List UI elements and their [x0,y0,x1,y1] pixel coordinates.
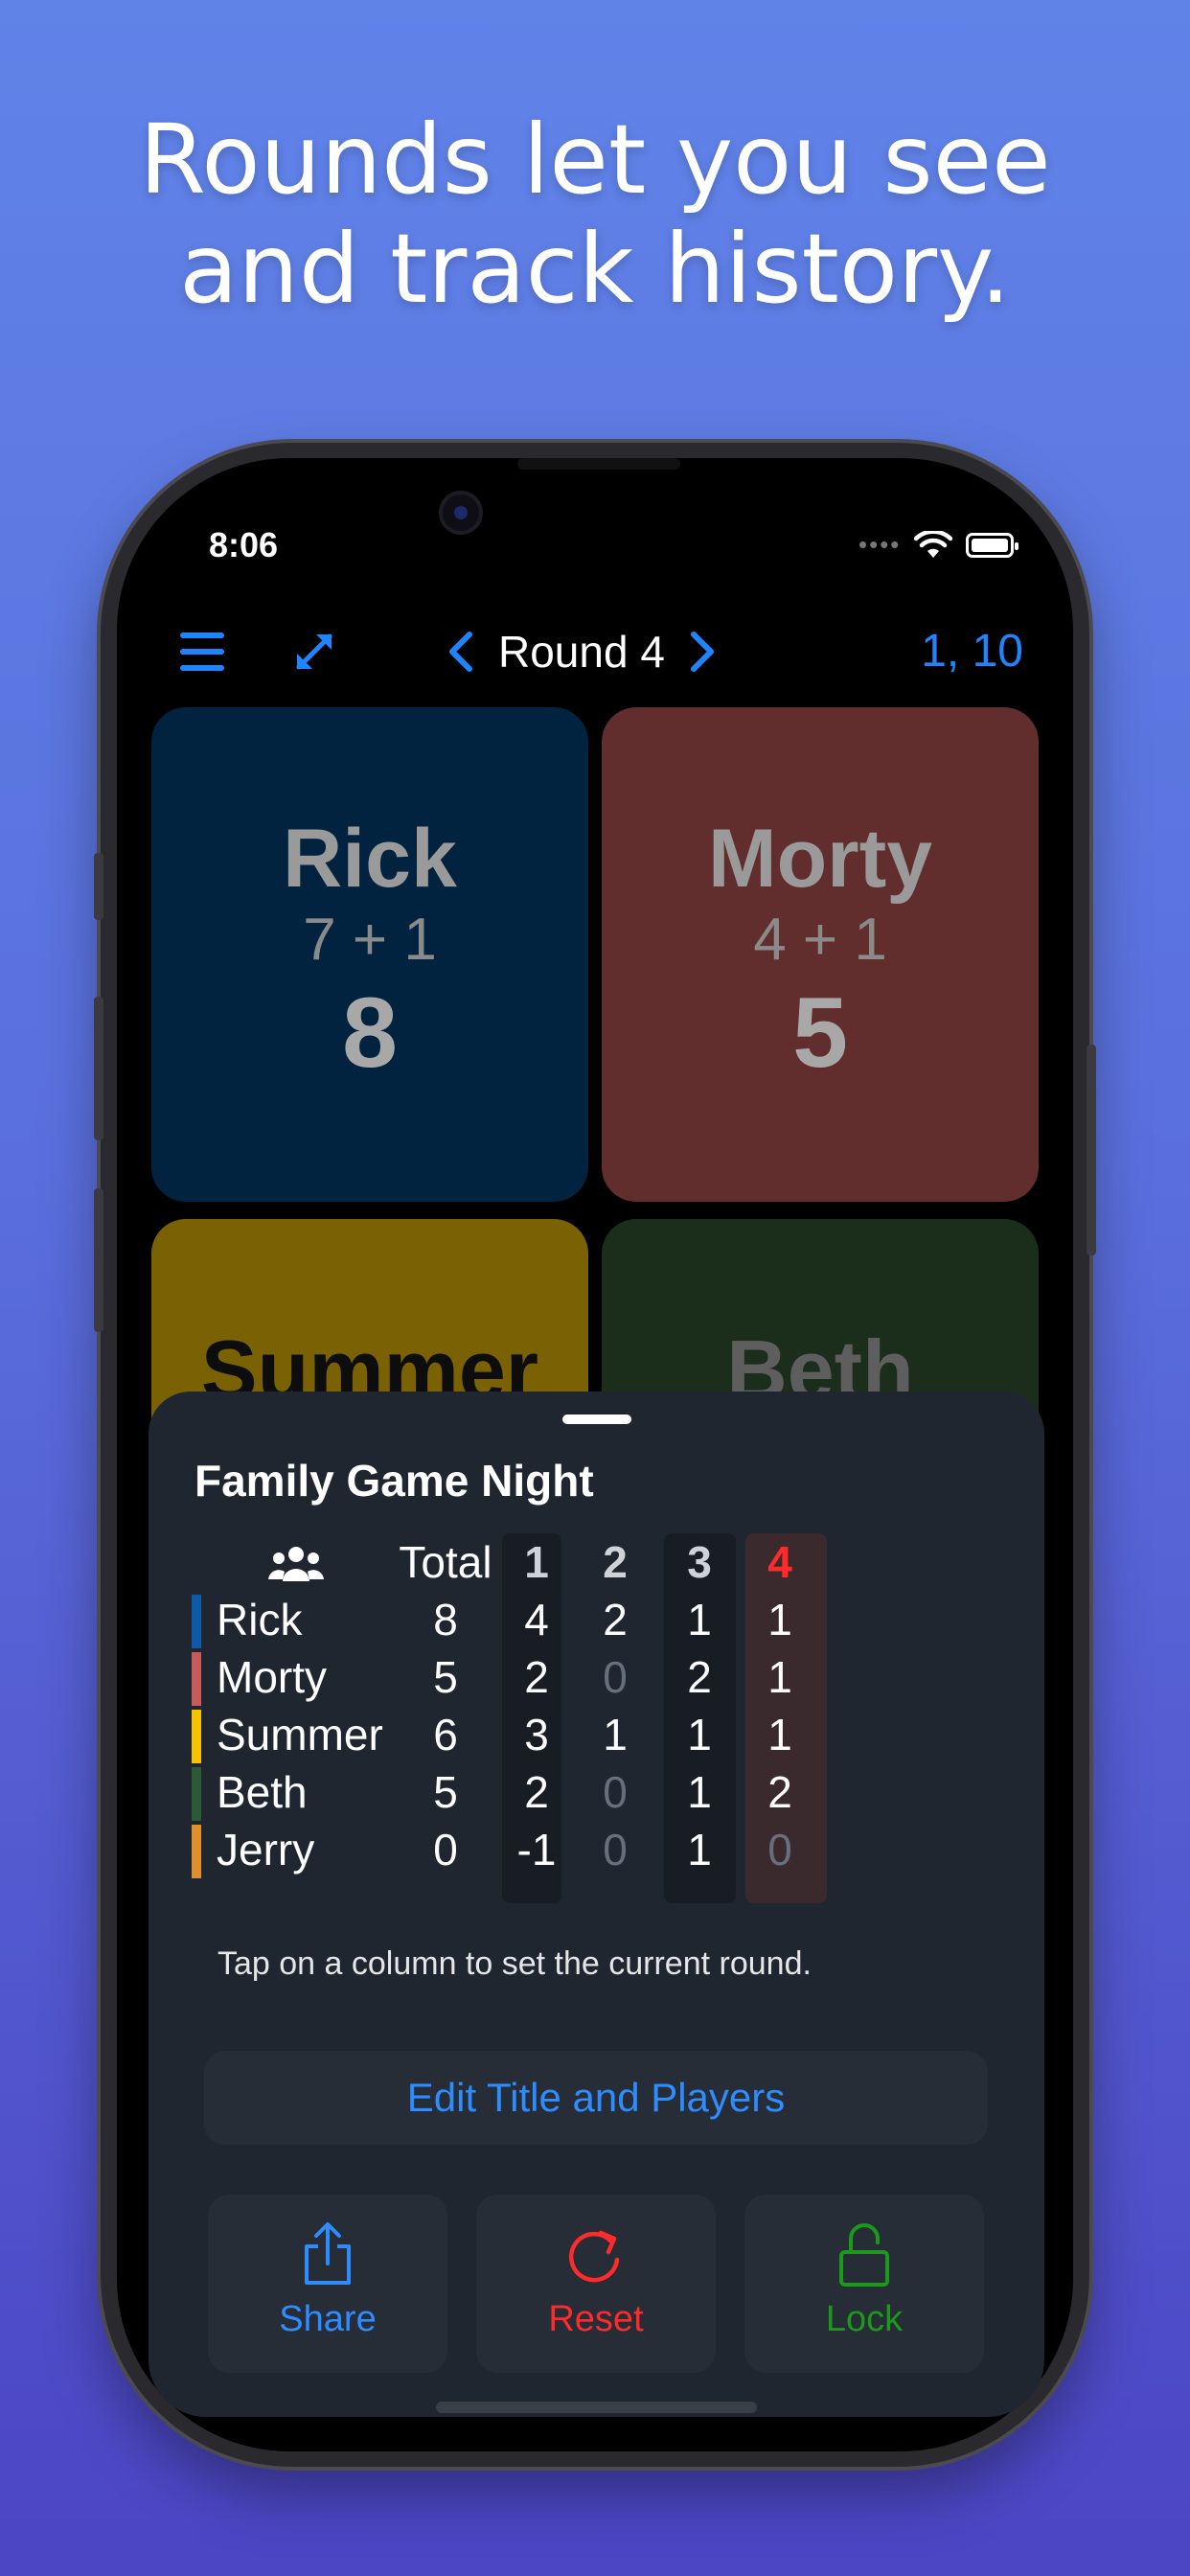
player-total: 0 [433,1825,458,1874]
history-sheet: Family Game Night Total 1 2 3 4 Rick 8 4 [149,1392,1044,2417]
player-total: 6 [433,1710,458,1760]
player-total: 8 [342,978,398,1089]
table-row: Summer 6 3 1 1 1 [192,1706,920,1763]
round-score: 2 [524,1767,549,1817]
home-indicator[interactable] [436,2402,757,2413]
share-button[interactable]: Share [208,2195,447,2373]
nav-bar: Round 4 1, 10 [117,613,1073,690]
player-total: 5 [433,1767,458,1817]
player-name: Rick [217,1595,303,1644]
player-name: Summer [217,1710,383,1760]
front-camera [439,491,483,535]
lock-button[interactable]: Lock [744,2195,984,2373]
volume-up-button [94,997,103,1140]
headline-line-1: Rounds let you see [139,104,1051,216]
sheet-title: Family Game Night [195,1456,594,1506]
table-header-row: Total 1 2 3 4 [192,1533,920,1591]
headline: Rounds let you see and track history. [0,105,1190,324]
player-score-calc: 7 + 1 [303,907,437,973]
round-header-4[interactable]: 4 [749,1533,811,1591]
share-icon [305,2222,351,2285]
status-icons: •••• [858,530,1019,560]
round-score: 2 [687,1652,712,1702]
round-score: 1 [767,1652,792,1702]
table-row: Rick 8 4 2 1 1 [192,1591,920,1648]
status-time: 8:06 [209,525,279,564]
reset-label: Reset [548,2299,644,2339]
total-header: Total [399,1537,492,1587]
round-navigator: Round 4 [446,613,717,690]
earpiece-speaker [517,458,680,470]
power-button [1087,1045,1096,1255]
reset-button[interactable]: Reset [476,2195,716,2373]
lock-label: Lock [825,2299,904,2339]
player-color-bar [192,1767,201,1821]
round-score: 1 [687,1595,712,1644]
score-increment-button[interactable]: 1, 10 [921,625,1023,678]
player-name: Jerry [217,1825,315,1874]
menu-icon[interactable] [178,631,226,673]
signal-icon: •••• [858,530,902,559]
table-row: Morty 5 2 0 2 1 [192,1648,920,1706]
player-color-bar [192,1825,201,1878]
table-row: Jerry 0 -1 0 1 0 [192,1821,920,1878]
round-score: -1 [516,1825,557,1874]
player-total: 8 [433,1595,458,1644]
share-label: Share [279,2299,377,2339]
round-hint: Tap on a column to set the current round… [217,1945,812,1982]
round-score: 2 [767,1767,792,1817]
player-color-bar [192,1710,201,1763]
round-score: 1 [687,1767,712,1817]
player-tile-rick[interactable]: Rick 7 + 1 8 [151,707,588,1202]
round-score: 1 [687,1825,712,1874]
player-name: Morty [217,1652,327,1702]
player-name: Rick [283,813,457,905]
round-header-3[interactable]: 3 [669,1533,730,1591]
round-score: 0 [767,1825,792,1874]
players-icon [268,1547,324,1581]
player-color-bar [192,1652,201,1706]
round-score: 1 [767,1595,792,1644]
player-score-calc: 4 + 1 [753,907,887,973]
wifi-icon [914,530,953,558]
table-row: Beth 5 2 0 1 2 [192,1763,920,1821]
player-tile-morty[interactable]: Morty 4 + 1 5 [602,707,1039,1202]
sheet-grabber[interactable] [562,1414,631,1424]
battery-icon [966,532,1019,558]
reset-icon [568,2230,620,2283]
round-score: 3 [524,1710,549,1760]
headline-line-2: and track history. [179,213,1011,325]
player-total: 5 [792,978,848,1089]
player-name: Beth [217,1767,308,1817]
round-score: 1 [687,1710,712,1760]
round-header-1[interactable]: 1 [506,1533,567,1591]
lock-icon [839,2223,889,2287]
round-score: 4 [524,1595,549,1644]
round-score: 0 [603,1825,628,1874]
player-color-bar [192,1595,201,1648]
expand-icon[interactable] [289,627,339,677]
volume-down-button [94,1188,103,1332]
round-score: 0 [603,1652,628,1702]
player-total: 5 [433,1652,458,1702]
round-score: 2 [603,1595,628,1644]
round-title: Round 4 [498,627,665,677]
round-score: 0 [603,1767,628,1817]
round-header-2[interactable]: 2 [584,1533,646,1591]
round-score: 1 [767,1710,792,1760]
edit-title-players-button[interactable]: Edit Title and Players [204,2051,988,2145]
round-score: 2 [524,1652,549,1702]
round-score: 1 [603,1710,628,1760]
player-name: Morty [707,813,933,905]
mute-switch [94,853,103,920]
chevron-left-icon[interactable] [446,631,475,673]
chevron-right-icon[interactable] [688,631,717,673]
